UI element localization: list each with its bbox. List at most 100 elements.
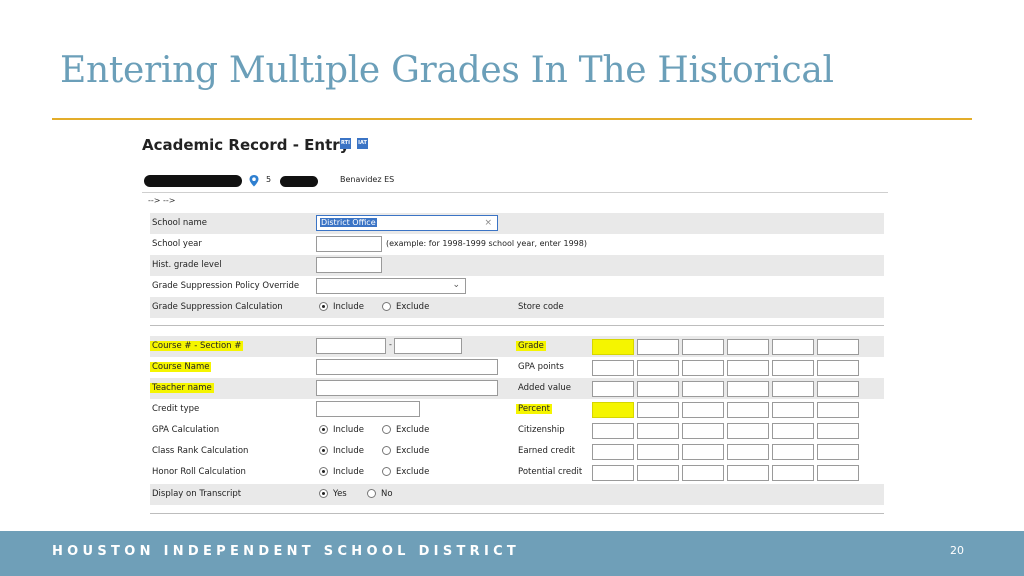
credit-type-row: Credit type Percent [150,399,884,420]
earned-credit-box-1[interactable] [592,444,634,460]
slide-title: Entering Multiple Grades In The Historic… [60,50,834,91]
percent-box-1[interactable] [592,402,634,418]
percent-box-2[interactable] [637,402,679,418]
student-school: Benavidez ES [340,175,395,184]
grade-suppression-include-label: Include [333,302,364,312]
store-code-label: Store code [518,302,564,312]
gpa-points-box-3[interactable] [682,360,724,376]
grade-box-1[interactable] [592,339,634,355]
added-value-box-5[interactable] [772,381,814,397]
gpa-calc-exclude-radio[interactable] [382,425,391,434]
potential-credit-box-1[interactable] [592,465,634,481]
page-heading: Academic Record - Entry [142,136,350,154]
percent-box-6[interactable] [817,402,859,418]
earned-credit-box-2[interactable] [637,444,679,460]
clear-icon[interactable]: × [484,216,492,230]
redacted-student-id [280,176,318,187]
grade-suppression-exclude-radio[interactable] [382,302,391,311]
honor-roll-exclude-radio[interactable] [382,467,391,476]
student-grade: 5 [266,175,272,184]
grade-box-4[interactable] [727,339,769,355]
added-value-box-2[interactable] [637,381,679,397]
school-year-input[interactable] [316,236,382,252]
rti-badge-icon[interactable]: RTI [340,138,351,149]
course-name-input[interactable] [316,359,498,375]
gpa-calc-row: GPA Calculation Include Exclude Citizens… [150,420,884,441]
location-pin-icon[interactable] [248,174,260,188]
teacher-name-label: Teacher name [150,383,214,393]
display-transcript-no-radio[interactable] [367,489,376,498]
gpa-points-box-1[interactable] [592,360,634,376]
potential-credit-box-5[interactable] [772,465,814,481]
chevron-down-icon: ⌄ [452,280,460,290]
teacher-name-row: Teacher name Added value [150,378,884,399]
grade-suppression-override-label: Grade Suppression Policy Override [152,281,300,291]
earned-credit-box-5[interactable] [772,444,814,460]
grade-suppression-include-radio[interactable] [319,302,328,311]
earned-credit-box-4[interactable] [727,444,769,460]
iat-badge-icon[interactable]: IAT [357,138,368,149]
course-section-separator: - [389,340,392,349]
earned-credit-box-6[interactable] [817,444,859,460]
gpa-points-box-5[interactable] [772,360,814,376]
grade-box-3[interactable] [682,339,724,355]
potential-credit-box-4[interactable] [727,465,769,481]
store-field-earned-credit-label: Earned credit [518,446,575,456]
teacher-name-input[interactable] [316,380,498,396]
gpa-points-box-2[interactable] [637,360,679,376]
citizenship-box-3[interactable] [682,423,724,439]
store-field-added-value-label: Added value [518,383,572,393]
class-rank-include-radio[interactable] [319,446,328,455]
potential-credit-box-2[interactable] [637,465,679,481]
potential-credit-box-6[interactable] [817,465,859,481]
course-section-label: Course # - Section # [150,341,244,351]
potential-credit-box-3[interactable] [682,465,724,481]
display-transcript-row: Display on Transcript Yes No [150,484,884,505]
credit-type-label: Credit type [152,404,200,414]
class-rank-exclude-label: Exclude [396,446,430,456]
percent-box-5[interactable] [772,402,814,418]
form-bottom-rule [150,513,884,514]
citizenship-box-6[interactable] [817,423,859,439]
added-value-box-1[interactable] [592,381,634,397]
store-field-percent-label: Percent [516,404,552,414]
gpa-points-box-4[interactable] [727,360,769,376]
grade-suppression-override-select[interactable]: ⌄ [316,278,466,294]
credit-type-input[interactable] [316,401,420,417]
school-name-row: School name District Office × [150,213,884,234]
added-value-box-3[interactable] [682,381,724,397]
hist-grade-level-label: Hist. grade level [152,260,222,270]
honor-roll-include-radio[interactable] [319,467,328,476]
gpa-calc-include-radio[interactable] [319,425,328,434]
percent-box-3[interactable] [682,402,724,418]
grade-box-5[interactable] [772,339,814,355]
citizenship-box-1[interactable] [592,423,634,439]
student-info-row: 5 Benavidez ES [140,172,892,192]
hist-grade-level-row: Hist. grade level [150,255,884,276]
hist-grade-level-input[interactable] [316,257,382,273]
school-name-input[interactable]: District Office × [316,215,498,231]
course-number-input[interactable] [316,338,386,354]
citizenship-box-2[interactable] [637,423,679,439]
citizenship-box-5[interactable] [772,423,814,439]
course-section-row: Course # - Section # - Grade [150,336,884,357]
added-value-box-4[interactable] [727,381,769,397]
honor-roll-include-label: Include [333,467,364,477]
citizenship-box-4[interactable] [727,423,769,439]
class-rank-exclude-radio[interactable] [382,446,391,455]
added-value-box-6[interactable] [817,381,859,397]
display-transcript-no-label: No [381,489,393,499]
page-number: 20 [950,544,964,557]
earned-credit-box-3[interactable] [682,444,724,460]
section-number-input[interactable] [394,338,462,354]
class-rank-calc-row: Class Rank Calculation Include Exclude E… [150,441,884,462]
percent-box-4[interactable] [727,402,769,418]
display-transcript-yes-radio[interactable] [319,489,328,498]
grade-box-6[interactable] [817,339,859,355]
footer-bar: HOUSTON INDEPENDENT SCHOOL DISTRICT 20 [0,531,1024,576]
gpa-calc-include-label: Include [333,425,364,435]
footer-organization: HOUSTON INDEPENDENT SCHOOL DISTRICT [52,544,521,559]
gpa-points-box-6[interactable] [817,360,859,376]
grade-box-2[interactable] [637,339,679,355]
school-year-label: School year [152,239,202,249]
